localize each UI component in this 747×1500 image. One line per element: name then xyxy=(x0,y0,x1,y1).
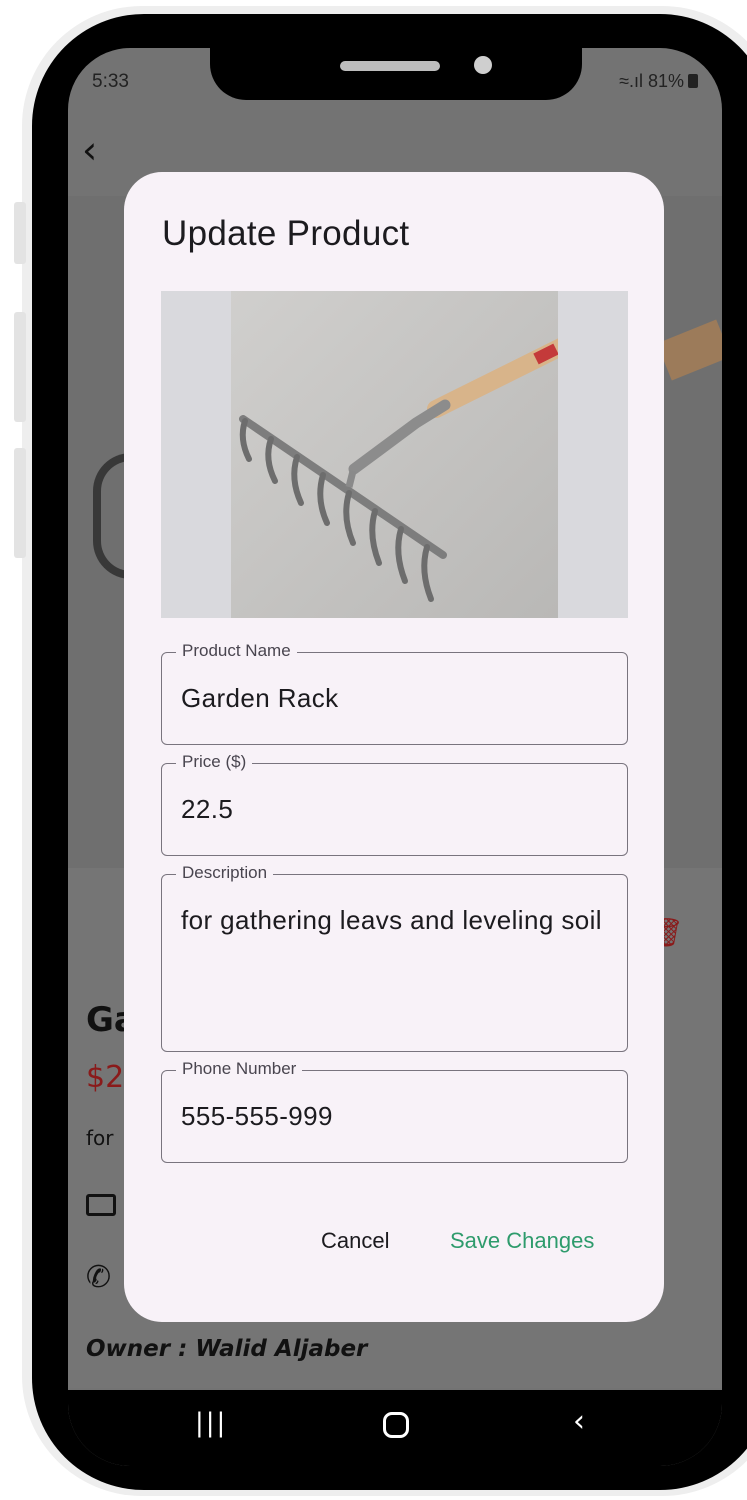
speaker-grille xyxy=(340,61,440,71)
owner-label: Owner : Walid Aljaber xyxy=(86,1336,368,1362)
cancel-button[interactable]: Cancel xyxy=(321,1228,389,1254)
dialog-title: Update Product xyxy=(162,214,410,253)
wifi-signal-icon: ≈.ıl xyxy=(619,71,648,91)
system-nav-bar: ||| ‹ xyxy=(68,1390,722,1466)
garden-rake-photo xyxy=(231,291,572,618)
recents-icon[interactable]: ||| xyxy=(195,1408,227,1438)
save-changes-button[interactable]: Save Changes xyxy=(450,1228,594,1254)
product-price: $2 xyxy=(86,1060,125,1095)
side-button xyxy=(14,202,26,264)
battery-percent: 81% xyxy=(647,71,684,91)
status-time: 5:33 xyxy=(92,71,129,92)
back-arrow-icon[interactable]: ‹ xyxy=(82,128,97,172)
volume-down-button xyxy=(14,448,26,558)
price-label: Price ($) xyxy=(176,752,253,772)
description-field[interactable]: Description for gathering leavs and leve… xyxy=(161,863,628,1052)
email-icon[interactable] xyxy=(86,1194,116,1216)
product-image[interactable] xyxy=(161,291,628,618)
status-indicators: ≈.ıl 81% xyxy=(619,71,698,92)
price-input[interactable]: 22.5 xyxy=(181,788,608,830)
nav-back-icon[interactable]: ‹ xyxy=(573,1404,585,1439)
phone-number-field[interactable]: Phone Number 555-555-999 xyxy=(161,1059,628,1163)
battery-icon xyxy=(688,74,698,88)
price-field[interactable]: Price ($) 22.5 xyxy=(161,752,628,856)
update-product-dialog: Update Product Product Name Garden Rack … xyxy=(124,172,664,1322)
description-label: Description xyxy=(176,863,274,883)
phone-number-input[interactable]: 555-555-999 xyxy=(181,1095,608,1137)
camera-notch xyxy=(210,48,582,100)
volume-up-button xyxy=(14,312,26,422)
product-name-input[interactable]: Garden Rack xyxy=(181,677,608,719)
screen: 5:33 ≈.ıl 81% ‹ 🗑 Ga $2 for ✆ Owner : Wa… xyxy=(68,48,722,1466)
home-icon[interactable] xyxy=(383,1412,409,1438)
product-description: for xyxy=(86,1126,114,1150)
phone-icon[interactable]: ✆ xyxy=(86,1260,111,1295)
product-name-field[interactable]: Product Name Garden Rack xyxy=(161,641,628,745)
rake-illustration xyxy=(231,291,572,618)
phone-number-label: Phone Number xyxy=(176,1059,303,1079)
front-camera xyxy=(474,56,492,74)
description-input[interactable]: for gathering leavs and leveling soil xyxy=(181,899,608,941)
product-name-label: Product Name xyxy=(176,641,297,661)
